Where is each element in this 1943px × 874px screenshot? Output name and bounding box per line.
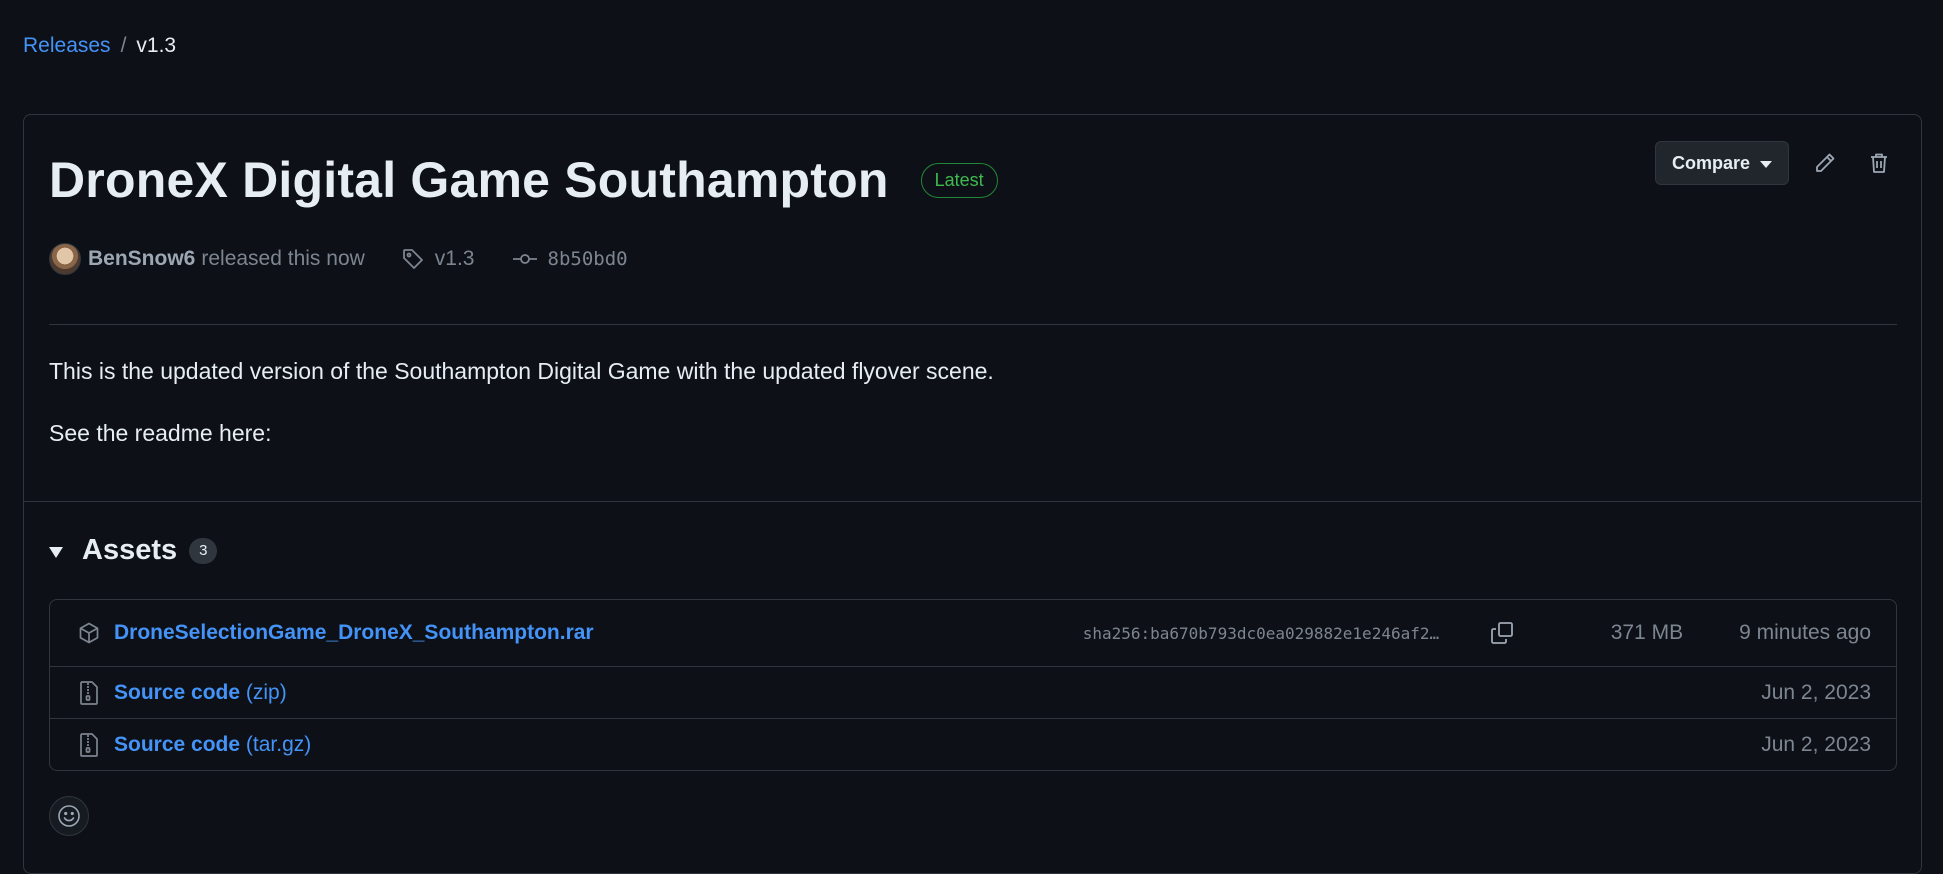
list-item: DroneSelectionGame_DroneX_Southampton.ra… bbox=[50, 600, 1896, 666]
commit-sha: 8b50bd0 bbox=[547, 248, 628, 270]
breadcrumb-releases-link[interactable]: Releases bbox=[23, 34, 111, 58]
source-code-label: Source code bbox=[114, 732, 241, 756]
tag-link[interactable]: v1.3 bbox=[401, 247, 475, 271]
commit-link[interactable]: 8b50bd0 bbox=[512, 247, 628, 271]
release-notes-paragraph: See the readme here: bbox=[49, 420, 272, 446]
file-zip-icon bbox=[75, 731, 102, 758]
trash-icon[interactable] bbox=[1861, 145, 1897, 181]
tag-label: v1.3 bbox=[434, 247, 475, 270]
asset-size: 371 MB bbox=[1610, 621, 1684, 644]
assets-count-badge: 3 bbox=[189, 537, 218, 564]
assets-toggle[interactable]: Assets 3 bbox=[49, 534, 218, 567]
release-title[interactable]: DroneX Digital Game Southampton bbox=[49, 151, 889, 209]
asset-download-link[interactable]: DroneSelectionGame_DroneX_Southampton.ra… bbox=[114, 621, 594, 645]
asset-sha: sha256:ba670b793dc0ea029882e1e246af2… bbox=[1082, 623, 1440, 643]
assets-list: DroneSelectionGame_DroneX_Southampton.ra… bbox=[49, 599, 1897, 771]
asset-date: Jun 2, 2023 bbox=[1761, 732, 1871, 756]
list-item: Source code (zip) Jun 2, 2023 bbox=[50, 666, 1896, 718]
format-label: (zip) bbox=[245, 680, 287, 704]
triangle-down-icon bbox=[49, 547, 63, 558]
breadcrumb: Releases / v1.3 bbox=[23, 34, 176, 58]
package-icon bbox=[75, 620, 102, 647]
release-header: DroneX Digital Game Southampton Latest bbox=[49, 151, 998, 209]
asset-details: sha256:ba670b793dc0ea029882e1e246af2… 37… bbox=[1083, 618, 1871, 648]
breadcrumb-separator: / bbox=[120, 34, 127, 57]
header-divider bbox=[49, 324, 1897, 325]
source-zip-link[interactable]: Source code (zip) bbox=[114, 681, 287, 705]
pencil-icon[interactable] bbox=[1807, 145, 1843, 181]
git-commit-icon bbox=[512, 254, 537, 264]
release-notes: This is the updated version of the South… bbox=[49, 355, 994, 479]
avatar[interactable] bbox=[49, 243, 81, 275]
assets-title: Assets bbox=[82, 534, 178, 566]
released-text: released this now bbox=[201, 247, 365, 270]
source-targz-link[interactable]: Source code (tar.gz) bbox=[114, 733, 311, 757]
assets-divider bbox=[24, 501, 1921, 502]
format-label: (tar.gz) bbox=[245, 732, 312, 756]
release-actions: Compare bbox=[1654, 141, 1897, 185]
asset-details: Jun 2, 2023 bbox=[1761, 733, 1871, 757]
breadcrumb-current: v1.3 bbox=[136, 34, 177, 57]
release-meta: BenSnow6 released this now v1.3 8b50bd0 bbox=[49, 243, 628, 275]
file-zip-icon bbox=[75, 679, 102, 706]
asset-date: Jun 2, 2023 bbox=[1761, 680, 1871, 704]
chevron-down-icon bbox=[1760, 160, 1772, 168]
smiley-icon[interactable] bbox=[49, 796, 89, 836]
source-code-label: Source code bbox=[114, 680, 241, 704]
release-notes-paragraph: This is the updated version of the South… bbox=[49, 358, 994, 384]
tag-icon bbox=[402, 249, 423, 269]
compare-button[interactable]: Compare bbox=[1654, 141, 1789, 185]
release-card: DroneX Digital Game Southampton Latest C… bbox=[23, 114, 1922, 874]
copy-icon[interactable] bbox=[1487, 618, 1517, 648]
asset-date: 9 minutes ago bbox=[1739, 621, 1871, 644]
compare-button-label: Compare bbox=[1671, 152, 1750, 173]
author-link[interactable]: BenSnow6 bbox=[88, 247, 195, 271]
asset-details: Jun 2, 2023 bbox=[1761, 681, 1871, 705]
list-item: Source code (tar.gz) Jun 2, 2023 bbox=[50, 718, 1896, 770]
latest-badge: Latest bbox=[920, 162, 998, 198]
